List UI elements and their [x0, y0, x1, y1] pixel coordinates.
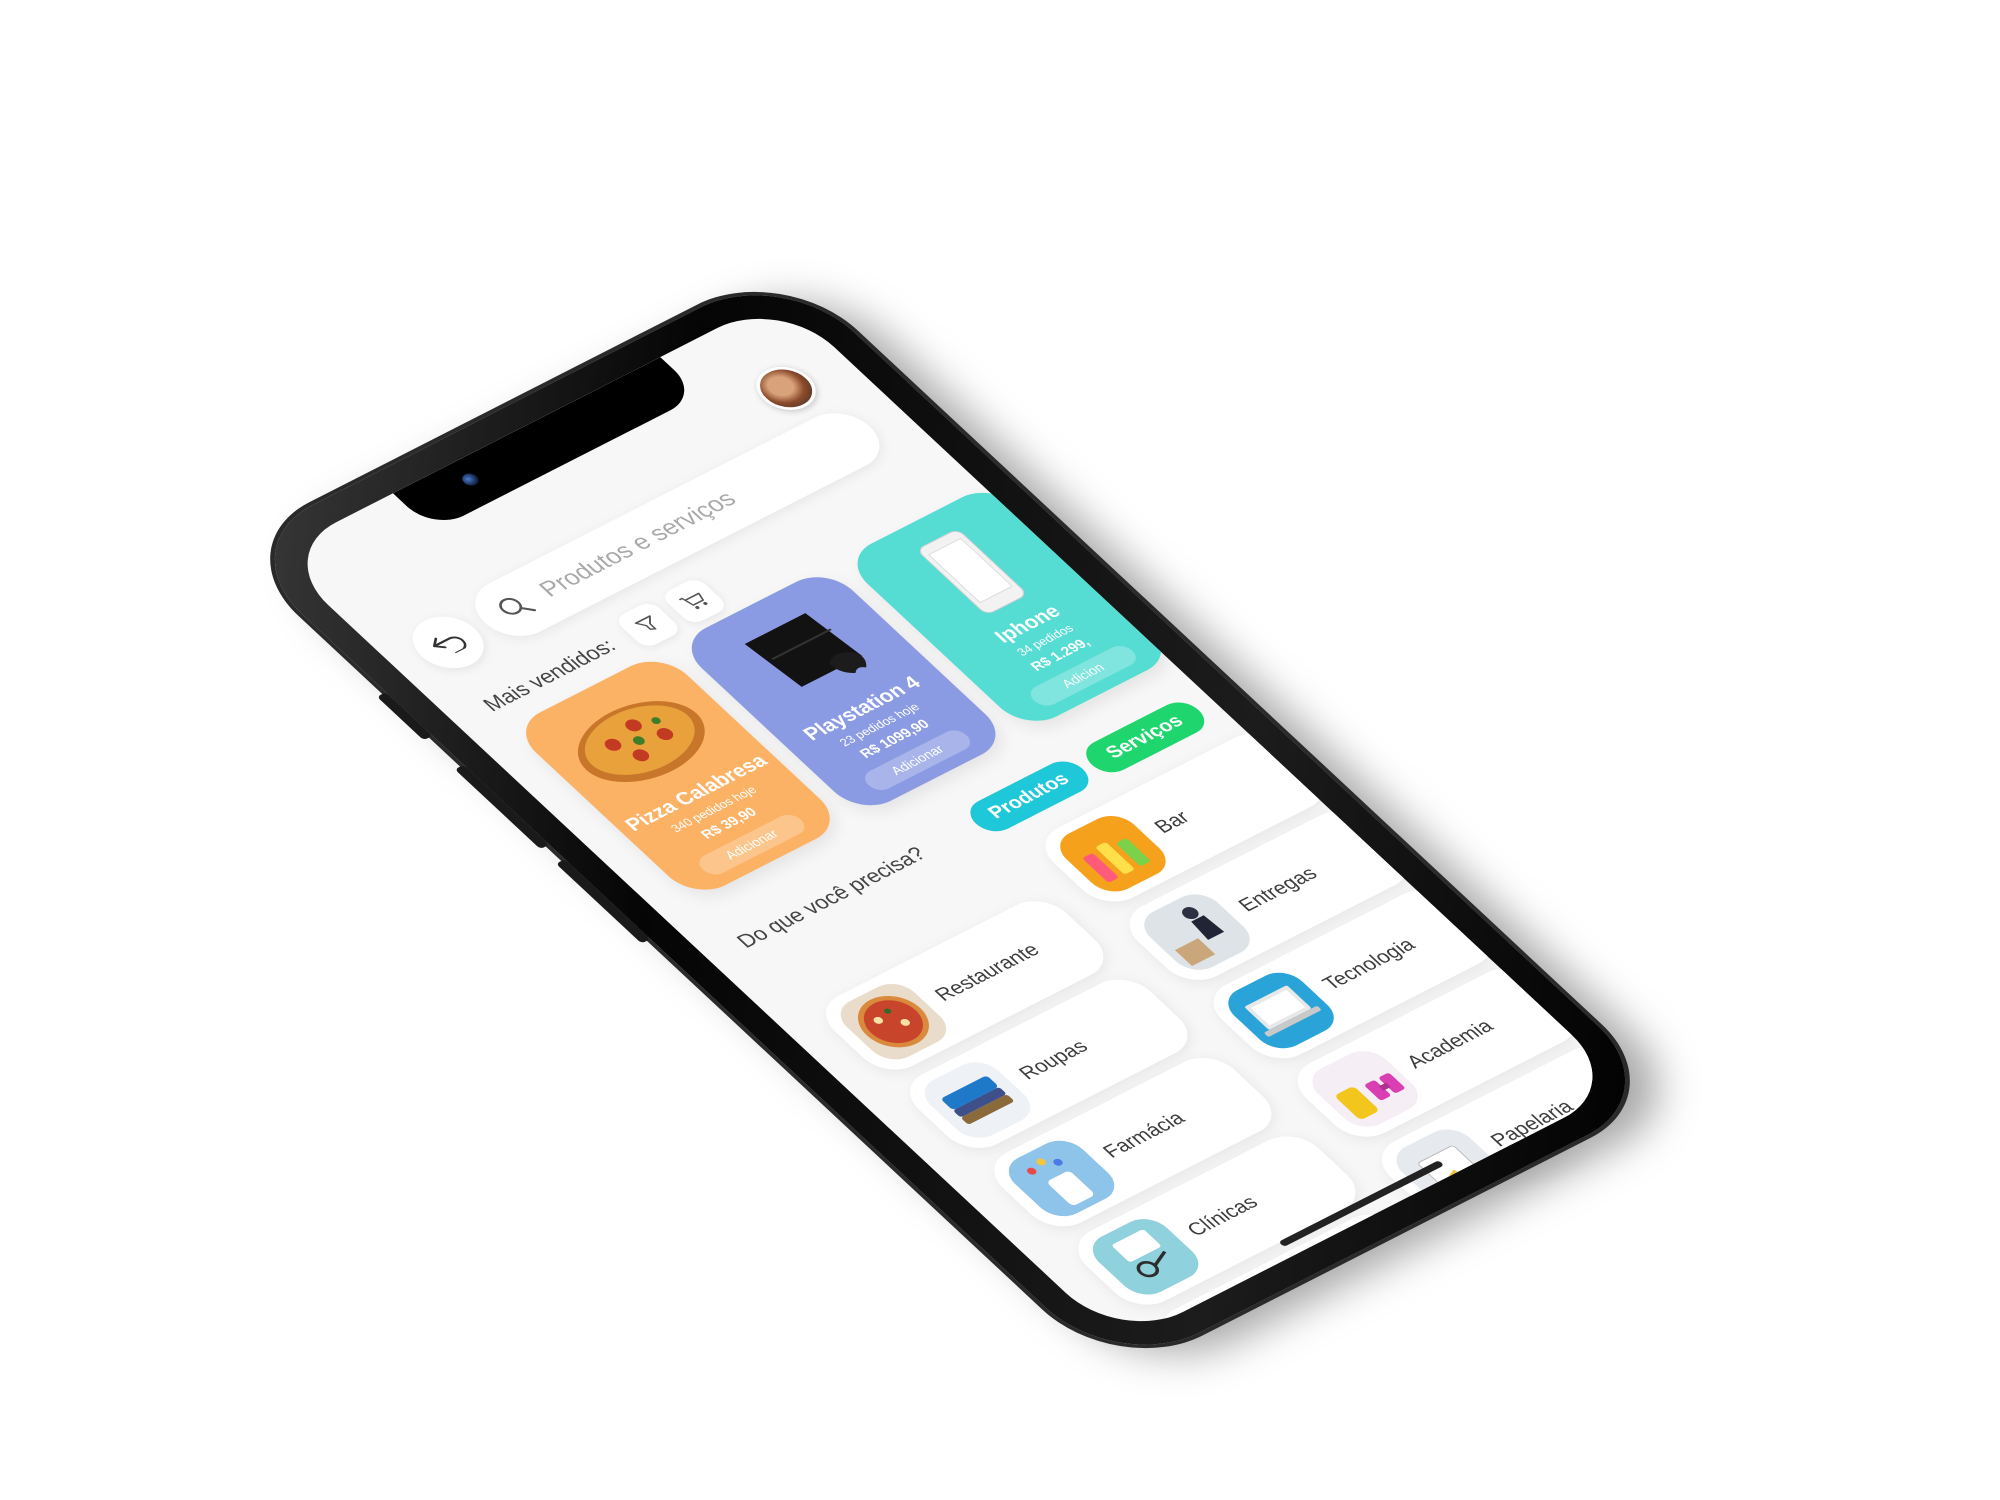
- phone-body: Mais vendidos:: [230, 265, 1670, 1375]
- add-button[interactable]: Adicionar: [693, 810, 811, 879]
- stage: Mais vendidos:: [0, 0, 2000, 1500]
- groceries-image: [1166, 1290, 1294, 1344]
- category-label: Farmácia: [1098, 1108, 1190, 1163]
- mute-switch: [376, 692, 433, 741]
- back-arrow-icon: [432, 636, 467, 654]
- cart-icon: [678, 592, 708, 610]
- category-label: Entregas: [1233, 863, 1323, 916]
- phone: Mais vendidos:: [230, 265, 1670, 1375]
- category-label: Restaurante: [930, 939, 1045, 1006]
- category-label: Bar: [1149, 807, 1195, 838]
- camera-icon: [458, 471, 483, 488]
- category-label: Papelaria: [1486, 1096, 1579, 1151]
- add-button[interactable]: Adicion: [1024, 642, 1142, 710]
- category-label: Compras: [1266, 1266, 1357, 1319]
- search-icon: [499, 597, 537, 615]
- add-button[interactable]: Adicionar: [859, 726, 976, 794]
- category-label: Roupas: [1014, 1036, 1094, 1084]
- avatar[interactable]: [744, 358, 828, 418]
- filter-icon: [634, 615, 657, 630]
- app-screen: Mais vendidos:: [273, 296, 1627, 1344]
- category-label: Tecnologia: [1318, 934, 1421, 995]
- category-label: Academia: [1402, 1016, 1499, 1073]
- category-label: Clínicas: [1182, 1192, 1264, 1241]
